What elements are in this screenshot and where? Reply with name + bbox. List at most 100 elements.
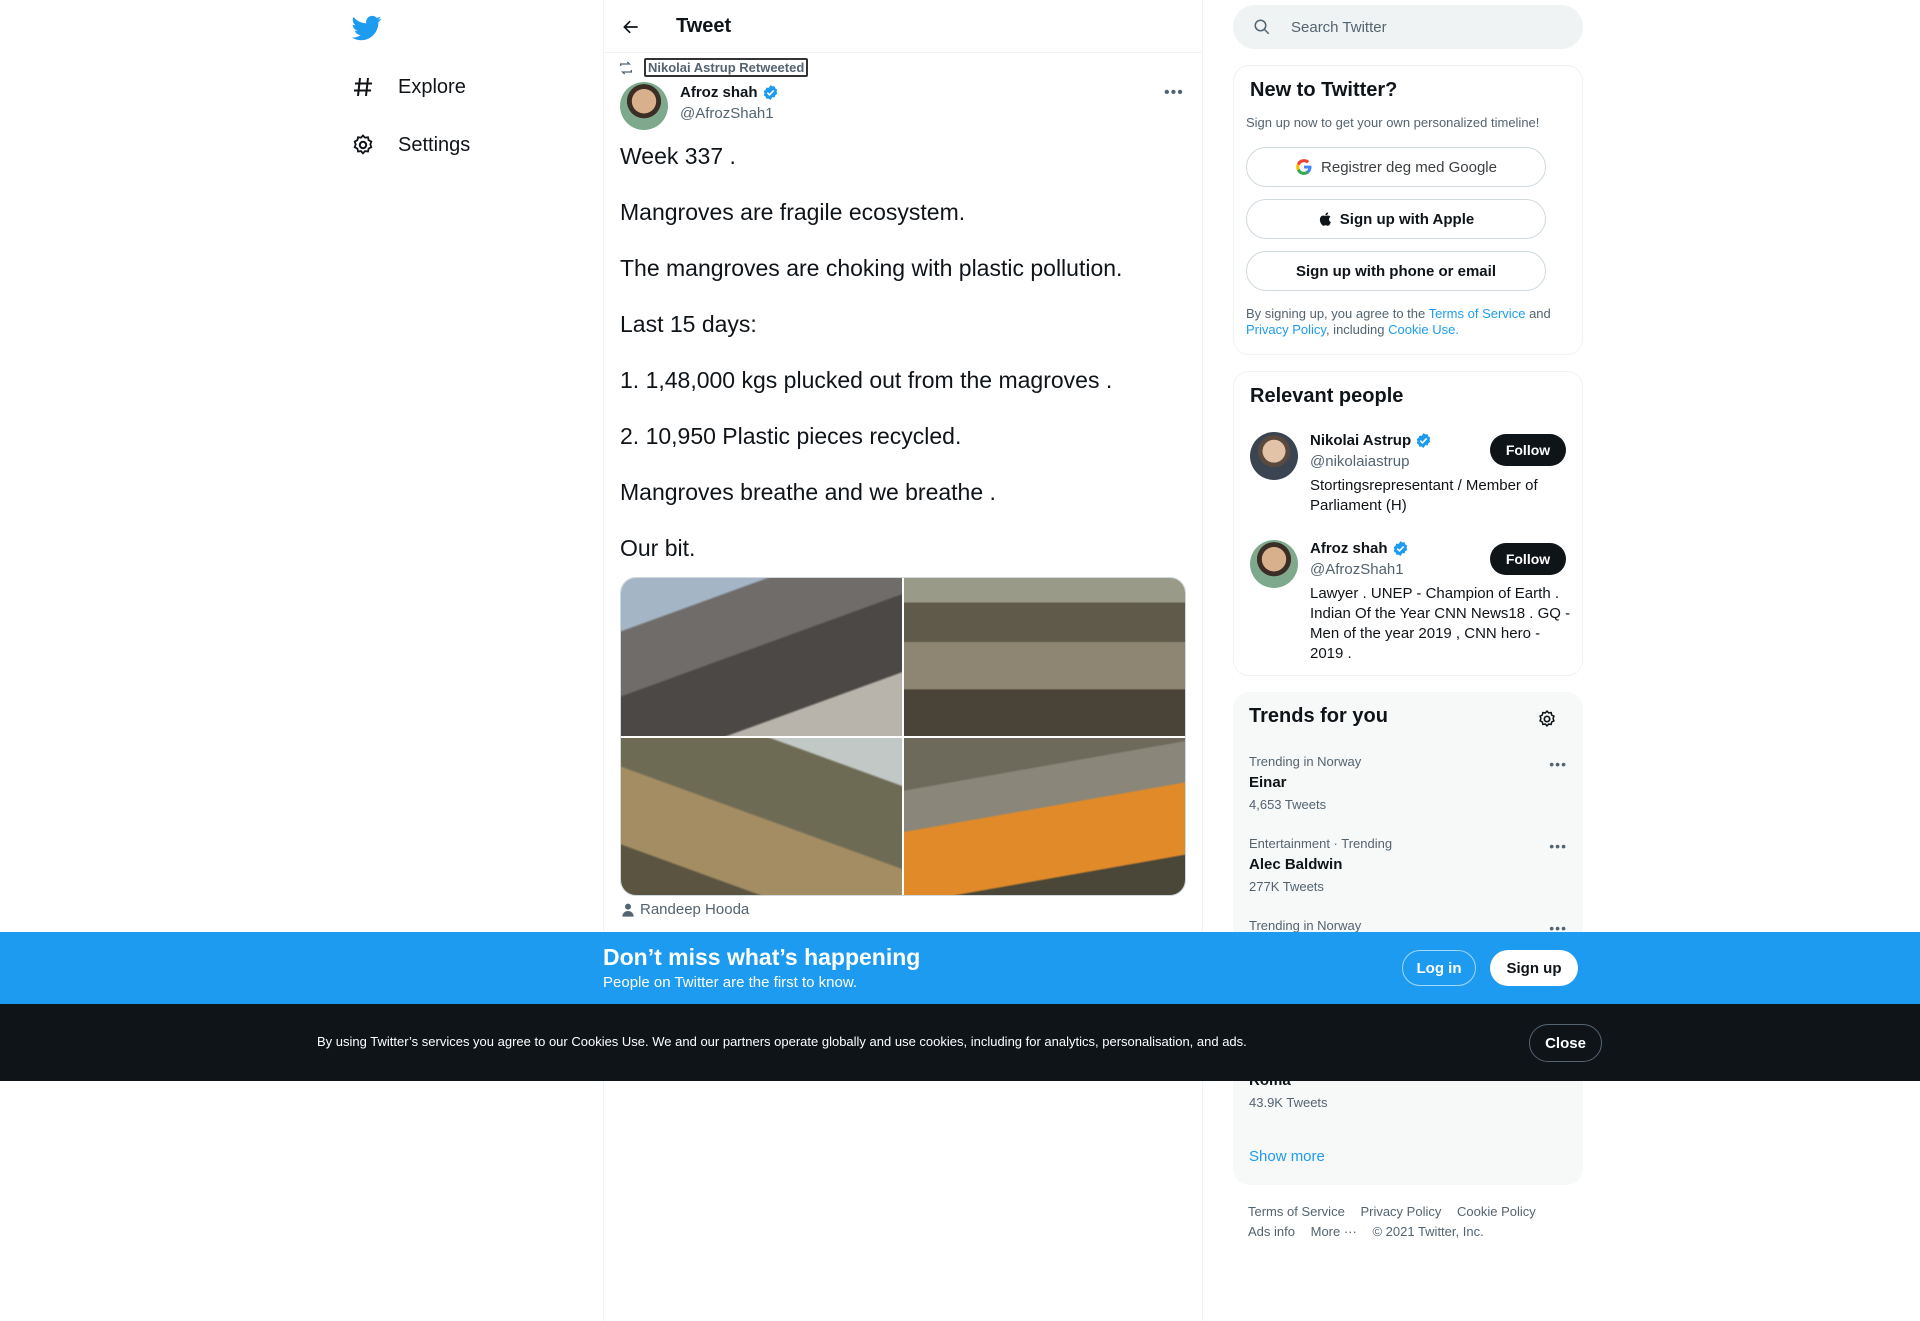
hashtag-icon xyxy=(350,74,376,100)
twitter-logo-icon[interactable] xyxy=(351,13,382,43)
person-avatar[interactable] xyxy=(1250,540,1298,588)
signup-button[interactable]: Sign up xyxy=(1490,950,1578,986)
nav-explore[interactable]: Explore xyxy=(350,65,466,109)
tweet-text: Week 337 . Mangroves are fragile ecosyst… xyxy=(620,142,1190,590)
gear-icon xyxy=(350,132,376,158)
author-name-text: Afroz shah xyxy=(680,84,758,101)
author-handle[interactable]: @AfrozShah1 xyxy=(680,105,774,122)
verified-badge-icon xyxy=(1416,433,1431,448)
apple-signup-button[interactable]: Sign up with Apple xyxy=(1246,199,1546,239)
more-options-icon[interactable]: ••• xyxy=(1549,838,1567,854)
tweet-paragraph: Week 337 . xyxy=(620,143,736,169)
apple-signup-label: Sign up with Apple xyxy=(1339,210,1475,228)
retweet-icon xyxy=(620,61,632,74)
nav-settings[interactable]: Settings xyxy=(350,123,470,167)
person-name[interactable]: Nikolai Astrup xyxy=(1310,432,1432,449)
trend-item[interactable]: Trending in Norway Einar 4,653 Tweets ••… xyxy=(1233,752,1583,832)
tagged-user-name: Randeep Hooda xyxy=(640,901,750,918)
footer-copyright: © 2021 Twitter, Inc. xyxy=(1372,1224,1484,1239)
tweet-paragraph: Mangroves are fragile ecosystem. xyxy=(620,199,966,225)
main-column: Tweet Nikolai Astrup Retweeted Afroz sha… xyxy=(603,0,1203,1321)
person-avatar[interactable] xyxy=(1250,432,1298,480)
signup-banner: Don’t miss what’s happening People on Tw… xyxy=(0,932,1920,1004)
person-name[interactable]: Afroz shah xyxy=(1310,540,1409,557)
trend-meta: Entertainment · Trending xyxy=(1249,836,1393,851)
nav-explore-label: Explore xyxy=(398,75,466,98)
back-button[interactable] xyxy=(614,10,648,44)
trend-meta: Trending in Norway xyxy=(1249,918,1362,933)
person-bio: Stortingsrepresentant / Member of Parlia… xyxy=(1310,477,1538,514)
google-signup-label: Registrer deg med Google xyxy=(1321,158,1497,176)
signup-banner-subline: People on Twitter are the first to know. xyxy=(603,974,858,991)
footer-privacy-link[interactable]: Privacy Policy xyxy=(1360,1204,1441,1219)
person-bio: Lawyer . UNEP - Champion of Earth . Indi… xyxy=(1310,585,1571,662)
show-more-link[interactable]: Show more xyxy=(1249,1148,1325,1165)
footer-more-link[interactable]: More ··· xyxy=(1311,1224,1357,1239)
footer-ads-link[interactable]: Ads info xyxy=(1248,1224,1295,1239)
trend-count: 4,653 Tweets xyxy=(1249,797,1327,812)
google-signup-button[interactable]: Registrer deg med Google xyxy=(1246,147,1546,187)
retweeted-by-link[interactable]: Nikolai Astrup Retweeted xyxy=(644,58,809,77)
media-photo-1[interactable] xyxy=(621,578,902,736)
legal-and: and xyxy=(1529,306,1551,321)
footer-cookie-link[interactable]: Cookie Policy xyxy=(1457,1204,1536,1219)
person-icon xyxy=(622,903,634,917)
phone-email-signup-button[interactable]: Sign up with phone or email xyxy=(1246,251,1546,291)
person-name-text: Nikolai Astrup xyxy=(1310,432,1412,449)
follow-button[interactable]: Follow xyxy=(1490,434,1566,466)
tweet-paragraph: The mangroves are choking with plastic p… xyxy=(620,255,1123,281)
legal-prefix: By signing up, you agree to the xyxy=(1246,306,1426,321)
more-options-icon[interactable]: ••• xyxy=(1164,84,1184,102)
trend-item[interactable]: Entertainment · Trending Alec Baldwin 27… xyxy=(1233,834,1583,914)
trend-name: Alec Baldwin xyxy=(1249,856,1343,873)
trend-count: 277K Tweets xyxy=(1249,879,1324,894)
trend-item[interactable]: Roma 43.9K Tweets xyxy=(1233,1072,1583,1132)
tweet-paragraph: 1. 1,48,000 kgs plucked out from the mag… xyxy=(620,367,1113,393)
terms-of-service-link[interactable]: Terms of Service xyxy=(1429,306,1526,321)
tagged-users[interactable]: Randeep Hooda xyxy=(620,901,749,918)
legal-including: , including xyxy=(1325,322,1385,337)
cookie-banner: By using Twitter’s services you agree to… xyxy=(0,1004,1920,1081)
search-input[interactable] xyxy=(1291,18,1561,36)
tweet-header: Tweet xyxy=(604,0,1202,53)
relevant-people-card: Relevant people Nikolai Astrup @nikolaia… xyxy=(1233,371,1583,676)
tweet-paragraph: Our bit. xyxy=(620,535,696,561)
media-photo-2[interactable] xyxy=(904,578,1185,736)
follow-button[interactable]: Follow xyxy=(1490,543,1566,575)
apple-icon xyxy=(1319,212,1331,226)
tweet-paragraph: Mangroves breathe and we breathe . xyxy=(620,479,996,505)
verified-badge-icon xyxy=(763,85,777,100)
phone-email-signup-label: Sign up with phone or email xyxy=(1295,262,1496,280)
trends-title: Trends for you xyxy=(1249,705,1388,727)
author-avatar[interactable] xyxy=(620,82,668,130)
media-photo-4[interactable] xyxy=(904,737,1185,895)
retweet-indicator: Nikolai Astrup Retweeted xyxy=(618,58,809,77)
signup-legal-text: By signing up, you agree to the Terms of… xyxy=(1246,306,1566,338)
search-box[interactable] xyxy=(1233,5,1583,49)
person-handle[interactable]: @AfrozShah1 xyxy=(1310,561,1404,578)
cookie-close-button[interactable]: Close xyxy=(1529,1024,1602,1062)
author-name[interactable]: Afroz shah xyxy=(680,84,779,101)
new-to-twitter-title: New to Twitter? xyxy=(1250,79,1398,101)
gear-icon[interactable] xyxy=(1537,709,1557,729)
tweet-paragraph: Last 15 days: xyxy=(620,311,757,337)
google-icon xyxy=(1296,159,1312,175)
person-handle[interactable]: @nikolaiastrup xyxy=(1310,453,1409,470)
arrow-left-icon xyxy=(623,20,638,34)
privacy-policy-link[interactable]: Privacy Policy xyxy=(1246,322,1326,337)
footer-links: Terms of Service Privacy Policy Cookie P… xyxy=(1248,1202,1578,1242)
person-name-text: Afroz shah xyxy=(1310,540,1388,557)
signup-banner-headline: Don’t miss what’s happening xyxy=(603,944,921,970)
search-icon xyxy=(1254,19,1270,35)
tweet-media-grid xyxy=(620,577,1186,896)
cookie-use-link[interactable]: Cookie Use. xyxy=(1388,322,1459,337)
relevant-people-title: Relevant people xyxy=(1250,385,1404,407)
verified-badge-icon xyxy=(1393,541,1407,556)
footer-terms-link[interactable]: Terms of Service xyxy=(1248,1204,1345,1219)
more-options-icon[interactable]: ••• xyxy=(1549,756,1567,772)
new-to-twitter-card: New to Twitter? Sign up now to get your … xyxy=(1233,65,1583,355)
media-photo-3[interactable] xyxy=(621,737,902,895)
tweet-paragraph: 2. 10,950 Plastic pieces recycled. xyxy=(620,423,962,449)
login-button[interactable]: Log in xyxy=(1402,950,1476,986)
cookie-banner-text: By using Twitter’s services you agree to… xyxy=(317,1034,1247,1049)
